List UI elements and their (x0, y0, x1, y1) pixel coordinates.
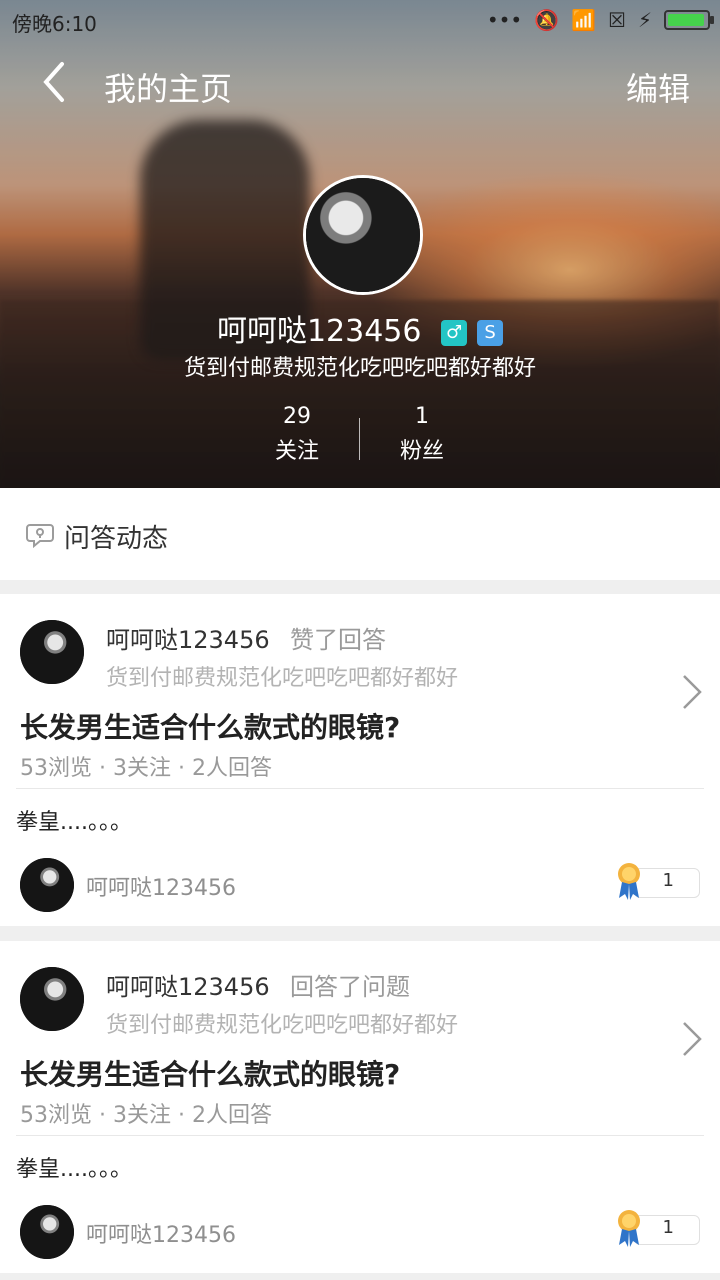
avatar-image (20, 858, 74, 912)
sim-icon: ☒ (608, 8, 626, 32)
chevron-svg (683, 1022, 702, 1056)
page-title: 我的主页 (104, 70, 233, 108)
blue-badge-icon: S (477, 319, 504, 346)
question-title[interactable]: 长发男生适合什么款式的眼镜? (20, 706, 400, 746)
fans-label: 粉丝 (399, 439, 444, 464)
username-text: 呵呵哒123456 (216, 314, 422, 349)
question-title[interactable]: 长发男生适合什么款式的眼镜? (20, 1053, 400, 1093)
like-count: 1 (662, 1217, 674, 1238)
chevron-right-icon[interactable] (680, 1019, 704, 1059)
avatar-image (20, 967, 84, 1031)
status-time: 傍晚6:10 (12, 12, 97, 36)
battery-icon (664, 10, 714, 30)
chat-question-icon (26, 524, 54, 548)
answer-username[interactable]: 呵呵哒123456 (86, 870, 236, 902)
feed-card[interactable]: 呵呵哒123456 赞了回答 货到付邮费规范化吃吧吃吧都好都好 长发男生适合什么… (0, 594, 720, 926)
avatar-image (20, 620, 84, 684)
status-bar: 傍晚6:10 ••• 🔕 📶 ☒ ⚡ (0, 0, 720, 40)
answer-avatar[interactable] (20, 858, 74, 912)
card-avatar[interactable] (20, 620, 84, 684)
wifi-icon: 📶 (571, 8, 597, 32)
avatar-image (306, 178, 420, 292)
edit-button[interactable]: 编辑 (626, 64, 690, 110)
charge-icon: ⚡ (637, 8, 652, 32)
answer-text[interactable]: 拳皇....。。。 (16, 1151, 132, 1183)
answer-avatar[interactable] (20, 1205, 74, 1259)
male-icon: ♂ (441, 319, 468, 346)
profile-header: 傍晚6:10 ••• 🔕 📶 ☒ ⚡ 我的主页 编辑 呵呵哒123456 ♂ S… (0, 0, 720, 488)
card-username[interactable]: 呵呵哒123456 (106, 620, 270, 655)
top-bar: 我的主页 编辑 (0, 50, 720, 114)
chevron-svg (683, 675, 702, 709)
medal-icon (616, 1209, 642, 1249)
profile-username: 呵呵哒123456 ♂ S (0, 306, 720, 350)
card-divider (16, 1135, 704, 1136)
profile-stats: 29 关注 1 粉丝 (0, 404, 720, 468)
answer-text[interactable]: 拳皇....。。。 (16, 804, 132, 836)
card-bio: 货到付邮费规范化吃吧吃吧都好都好 (106, 1013, 459, 1038)
question-meta: 53浏览 · 3关注 · 2人回答 (20, 756, 272, 781)
medal-icon (616, 862, 642, 902)
like-badge[interactable]: 1 (616, 1209, 700, 1253)
answer-username[interactable]: 呵呵哒123456 (86, 1217, 236, 1249)
medal-svg (618, 1210, 640, 1247)
question-meta: 53浏览 · 3关注 · 2人回答 (20, 1103, 272, 1128)
qa-activity-header: 问答动态 (0, 488, 720, 580)
back-button[interactable] (34, 56, 74, 108)
medal-svg (618, 863, 640, 900)
fans-stat[interactable]: 1 粉丝 (362, 404, 482, 465)
more-icon: ••• (486, 8, 523, 32)
card-action: 回答了问题 (290, 973, 410, 1001)
profile-bio: 货到付邮费规范化吃吧吃吧都好都好 (183, 356, 536, 381)
card-action: 赞了回答 (290, 626, 386, 654)
fans-count: 1 (415, 404, 429, 429)
following-count: 29 (283, 404, 311, 429)
section-title: 问答动态 (64, 524, 169, 554)
mute-icon: 🔕 (534, 8, 560, 32)
card-bio: 货到付邮费规范化吃吧吃吧都好都好 (106, 666, 459, 691)
like-count: 1 (662, 870, 674, 891)
like-badge[interactable]: 1 (616, 862, 700, 906)
card-avatar[interactable] (20, 967, 84, 1031)
avatar-image (20, 1205, 74, 1259)
following-stat[interactable]: 29 关注 (237, 404, 357, 465)
stats-divider (359, 418, 360, 460)
status-icons: ••• 🔕 📶 ☒ ⚡ (486, 8, 714, 32)
chevron-right-icon[interactable] (680, 672, 704, 712)
feed-card[interactable]: 呵呵哒123456 回答了问题 货到付邮费规范化吃吧吃吧都好都好 长发男生适合什… (0, 941, 720, 1273)
back-arrow-icon (43, 62, 64, 102)
profile-avatar[interactable] (303, 175, 423, 295)
card-divider (16, 788, 704, 789)
following-label: 关注 (274, 439, 319, 464)
battery-fill (668, 14, 704, 26)
user-badges: ♂ S (441, 319, 504, 346)
card-username[interactable]: 呵呵哒123456 (106, 967, 270, 1002)
